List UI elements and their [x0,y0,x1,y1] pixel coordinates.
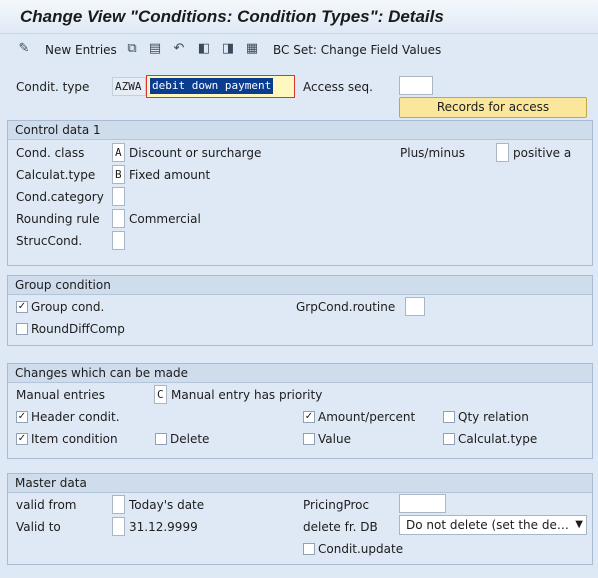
cond-class-label: Cond. class [16,146,85,160]
value-label: Value [318,432,351,446]
calc-type-checkbox[interactable] [443,433,455,445]
valid-from-input[interactable] [112,495,125,514]
master-data-header: Master data [8,474,592,493]
cond-category-input[interactable] [112,187,125,206]
delete-fr-db-select[interactable]: Do not delete (set the delet... ▼ [399,515,587,535]
pencil-icon[interactable]: ✎ [16,41,32,57]
manual-entries-input[interactable]: C [154,385,167,404]
round-diff-label: RoundDiffComp [31,322,125,336]
new-entries-button[interactable]: New Entries [45,43,117,57]
condit-update-checkbox[interactable] [303,543,315,555]
grpcond-routine-input[interactable] [405,297,425,316]
valid-from-text: Today's date [129,498,205,512]
condit-update-label: Condit.update [318,542,404,556]
title-bar: Change View "Conditions: Condition Types… [0,0,598,34]
item-condition-checkbox[interactable]: ✓ [16,433,28,445]
previous-entry-icon[interactable]: ◧ [196,41,212,57]
condit-type-description-field[interactable]: debit down payment [146,75,295,98]
cond-class-input[interactable]: A [112,143,125,162]
undo-icon[interactable]: ↶ [171,41,187,57]
rounding-rule-label: Rounding rule [16,212,100,226]
access-seq-input[interactable] [399,76,433,95]
pricing-proc-input[interactable] [399,494,446,513]
page-title: Change View "Conditions: Condition Types… [20,7,444,26]
changes-header: Changes which can be made [8,364,592,383]
rounding-rule-text: Commercial [129,212,201,226]
condit-type-code: AZWA [112,77,146,96]
control-data-header: Control data 1 [8,121,592,140]
condit-type-description-value: debit down payment [150,78,274,94]
plus-minus-input[interactable] [496,143,509,162]
valid-to-label: Valid to [16,520,61,534]
application-toolbar: ✎ New Entries ⧉ ▤ ↶ ◧ ◨ ▦ BC Set: Change… [0,36,598,64]
struc-cond-label: StrucCond. [16,234,83,248]
calc-type-text: Fixed amount [129,168,211,182]
plus-minus-label: Plus/minus [400,146,465,160]
rounding-rule-input[interactable] [112,209,125,228]
valid-to-text: 31.12.9999 [129,520,198,534]
round-diff-checkbox[interactable] [16,323,28,335]
calc-type-check-label: Calculat.type [458,432,538,446]
amount-percent-label: Amount/percent [318,410,416,424]
next-entry-icon[interactable]: ◨ [220,41,236,57]
cond-class-text: Discount or surcharge [129,146,262,160]
header-condit-label: Header condit. [31,410,120,424]
manual-entries-text: Manual entry has priority [171,388,323,402]
struc-cond-input[interactable] [112,231,125,250]
delete-fr-db-label: delete fr. DB [303,520,378,534]
valid-from-label: valid from [16,498,77,512]
value-checkbox[interactable] [303,433,315,445]
delete-label: Delete [170,432,210,446]
group-cond-checkbox[interactable]: ✓ [16,301,28,313]
qty-relation-checkbox[interactable] [443,411,455,423]
manual-entries-label: Manual entries [16,388,106,402]
cond-category-label: Cond.category [16,190,104,204]
delete-checkbox[interactable] [155,433,167,445]
chevron-down-icon: ▼ [575,519,583,530]
grpcond-routine-label: GrpCond.routine [296,300,396,314]
access-seq-label: Access seq. [303,80,373,94]
header-condit-checkbox[interactable]: ✓ [16,411,28,423]
delete-fr-db-value: Do not delete (set the delet... [406,518,571,532]
delete-icon[interactable]: ▤ [147,41,163,57]
plus-minus-text: positive a [513,146,572,160]
amount-percent-checkbox[interactable]: ✓ [303,411,315,423]
group-cond-label: Group cond. [31,300,105,314]
calc-type-input[interactable]: B [112,165,125,184]
valid-to-input[interactable] [112,517,125,536]
group-condition-header: Group condition [8,276,592,295]
qty-relation-label: Qty relation [458,410,529,424]
calc-type-label: Calculat.type [16,168,96,182]
item-condition-label: Item condition [31,432,118,446]
pricing-proc-label: PricingProc [303,498,370,512]
condit-type-label: Condit. type [16,80,90,94]
copy-icon[interactable]: ⧉ [124,41,140,57]
bc-set-button[interactable]: BC Set: Change Field Values [273,43,441,57]
select-icon[interactable]: ▦ [244,41,260,57]
records-for-access-button[interactable]: Records for access [399,97,587,118]
